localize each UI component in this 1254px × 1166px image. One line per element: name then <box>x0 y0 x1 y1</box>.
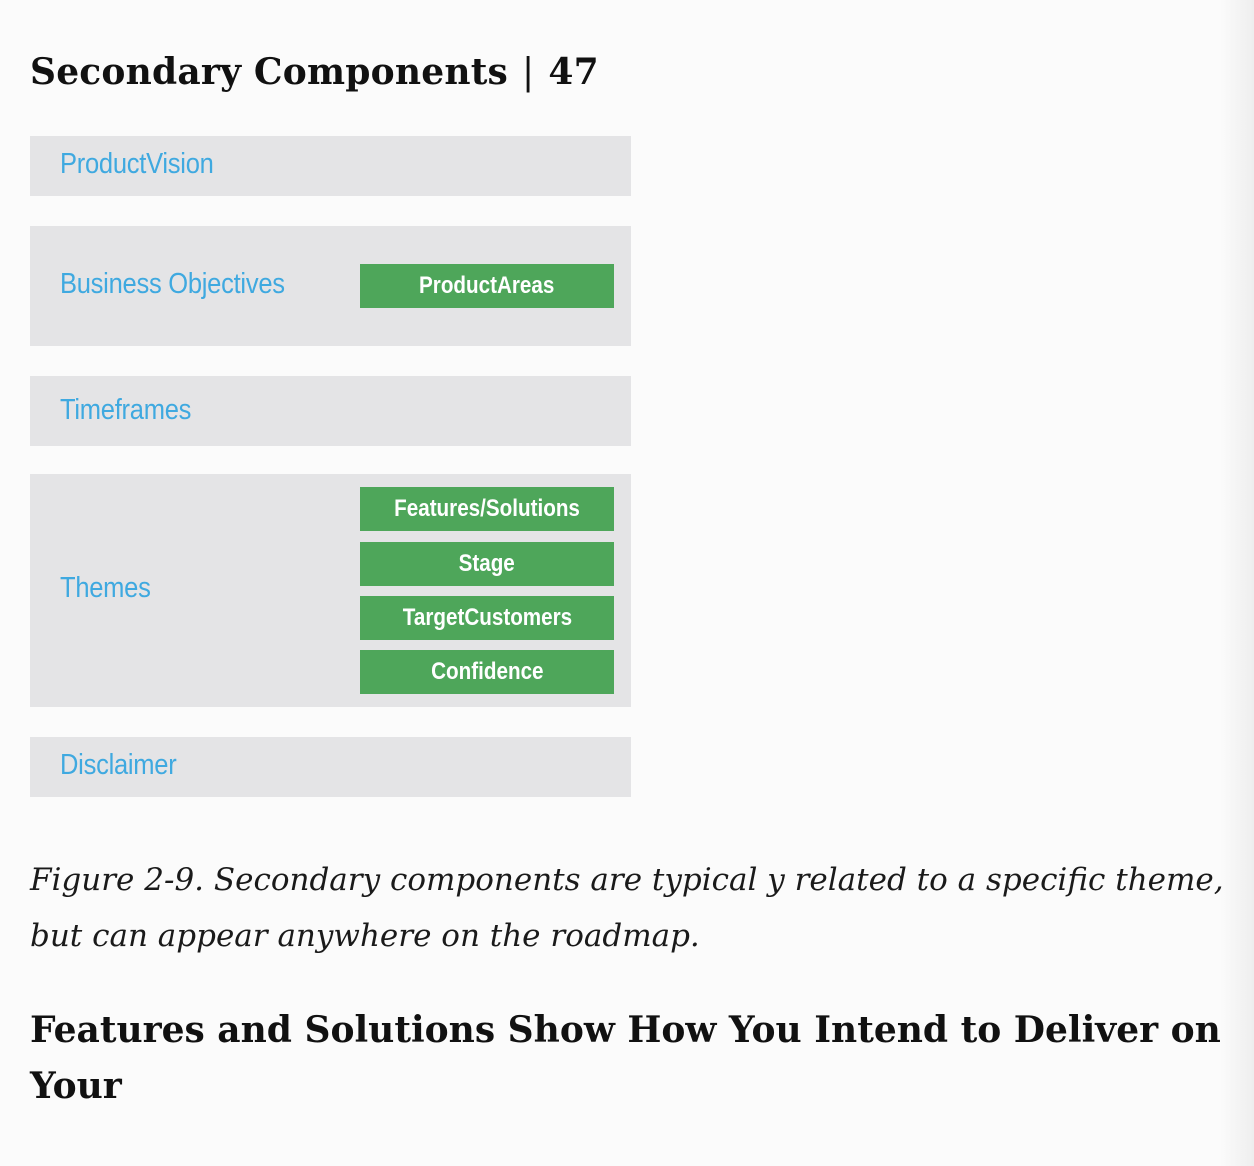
box-label: Stage <box>458 550 516 577</box>
band-business-objectives: Business Objectives ProductAreas <box>30 226 631 346</box>
box-label: ProductAreas <box>419 272 555 299</box>
band-label: Disclaimer <box>60 749 177 781</box>
band-label: ProductVision <box>60 148 214 180</box>
band-label: Timeframes <box>60 394 192 426</box>
page-edge-shadow <box>1220 0 1254 1166</box>
page-number: 47 <box>548 51 599 93</box>
target-customers-box: TargetCustomers <box>360 596 614 640</box>
roadmap-components-figure: ProductVision Business Objectives Produc… <box>30 136 631 797</box>
box-label: Confidence <box>430 658 544 685</box>
stage-box: Stage <box>360 542 614 586</box>
product-areas-box: ProductAreas <box>360 264 614 308</box>
box-label: TargetCustomers <box>402 604 572 631</box>
caption-line: but can appear anywhere on the roadmap. <box>30 918 700 954</box>
features-solutions-box: Features/Solutions <box>360 487 614 531</box>
heading-line: Your <box>30 1065 122 1107</box>
band-timeframes: Timeframes <box>30 376 631 446</box>
band-product-vision: ProductVision <box>30 136 631 196</box>
band-disclaimer: Disclaimer <box>30 737 631 797</box>
band-label: Business Objectives <box>60 268 285 300</box>
box-label: Features/Solutions <box>394 495 580 522</box>
heading-line: Features and Solutions Show How You Inte… <box>30 1009 1221 1051</box>
band-themes: Themes Features/Solutions Stage TargetCu… <box>30 474 631 707</box>
band-label: Themes <box>60 572 151 604</box>
running-header: Secondary Components | 47 <box>30 44 599 101</box>
chapter-title: Secondary Components <box>30 51 509 93</box>
header-separator: | <box>522 52 535 93</box>
section-heading: Features and Solutions Show How You Inte… <box>30 1002 1221 1114</box>
figure-caption: Figure 2-9. Secondary components are typ… <box>30 852 1224 964</box>
caption-line: Figure 2-9. Secondary components are typ… <box>30 862 1224 898</box>
confidence-box: Confidence <box>360 650 614 694</box>
